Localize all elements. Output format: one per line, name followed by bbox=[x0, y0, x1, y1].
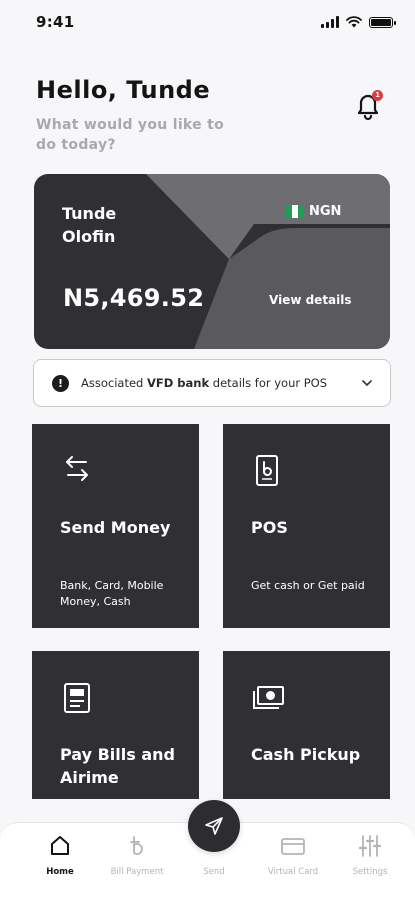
account-card: Tunde Olofin NGN N5,469.52 View details bbox=[34, 174, 390, 349]
pos-tile[interactable]: POS Get cash or Get paid bbox=[223, 424, 390, 628]
nav-item-bill-payment[interactable]: Bill Payment bbox=[97, 833, 177, 877]
info-icon: ! bbox=[52, 374, 69, 392]
status-icons bbox=[321, 16, 396, 28]
currency-code: NGN bbox=[309, 204, 342, 219]
bank-details-suffix: details for your POS bbox=[209, 376, 328, 390]
tile-title: POS bbox=[251, 518, 288, 537]
status-time: 9:41 bbox=[36, 13, 75, 31]
tile-subtitle: Get cash or Get paid bbox=[251, 579, 365, 592]
notification-badge: 1 bbox=[372, 90, 383, 101]
chevron-down-icon bbox=[362, 379, 372, 386]
cash-icon bbox=[253, 686, 284, 709]
cash-pickup-tile[interactable]: Cash Pickup bbox=[223, 651, 390, 799]
pay-bills-tile[interactable]: Pay Bills and Airime bbox=[32, 651, 199, 799]
tile-title: Pay Bills and Airime bbox=[60, 745, 175, 787]
view-details-link[interactable]: View details bbox=[269, 293, 352, 307]
signal-icon bbox=[321, 16, 339, 28]
bill-payment-icon bbox=[130, 836, 143, 855]
send-icon bbox=[205, 817, 223, 835]
card-background bbox=[146, 174, 390, 349]
bank-details-dropdown[interactable]: ! Associated VFD bank details for your P… bbox=[33, 359, 391, 407]
bank-details-text: Associated VFD bank details for your POS bbox=[81, 376, 362, 390]
arrows-exchange-icon bbox=[66, 456, 88, 481]
tile-title: Cash Pickup bbox=[251, 745, 361, 764]
nav-label: Settings bbox=[352, 867, 388, 877]
nav-item-virtual-card[interactable]: Virtual Card bbox=[253, 833, 333, 877]
card-icon bbox=[281, 838, 305, 855]
greeting-title: Hello, Tunde bbox=[36, 76, 211, 104]
bill-receipt-icon bbox=[64, 683, 90, 713]
account-holder-name: Tunde Olofin bbox=[62, 204, 117, 246]
battery-icon bbox=[369, 16, 396, 28]
bank-name: VFD bank bbox=[147, 376, 210, 390]
nav-label: Send bbox=[203, 867, 225, 877]
greeting: Hello, Tunde What would you like to do t… bbox=[36, 76, 246, 155]
tile-title: Send Money bbox=[60, 518, 171, 537]
send-button[interactable] bbox=[188, 800, 240, 852]
nav-label: Home bbox=[46, 867, 74, 877]
currency-selector[interactable]: NGN bbox=[286, 204, 341, 219]
bank-details-prefix: Associated bbox=[81, 376, 147, 390]
nav-item-home[interactable]: Home bbox=[20, 833, 100, 877]
account-balance: N5,469.52 bbox=[63, 284, 205, 312]
nav-item-settings[interactable]: Settings bbox=[330, 833, 410, 877]
pos-terminal-icon bbox=[256, 455, 278, 486]
nav-label: Bill Payment bbox=[110, 867, 164, 877]
status-bar: 9:41 bbox=[0, 0, 415, 44]
tile-subtitle: Bank, Card, Mobile Money, Cash bbox=[60, 579, 164, 608]
send-money-tile[interactable]: Send Money Bank, Card, Mobile Money, Cas… bbox=[32, 424, 199, 628]
notification-button[interactable]: 1 bbox=[354, 90, 384, 122]
home-icon bbox=[51, 836, 69, 855]
wifi-icon bbox=[346, 16, 362, 28]
sliders-icon bbox=[358, 835, 382, 857]
greeting-subtitle: What would you like to do today? bbox=[36, 117, 225, 153]
nav-label: Virtual Card bbox=[267, 867, 319, 877]
nigeria-flag-icon bbox=[286, 205, 304, 218]
